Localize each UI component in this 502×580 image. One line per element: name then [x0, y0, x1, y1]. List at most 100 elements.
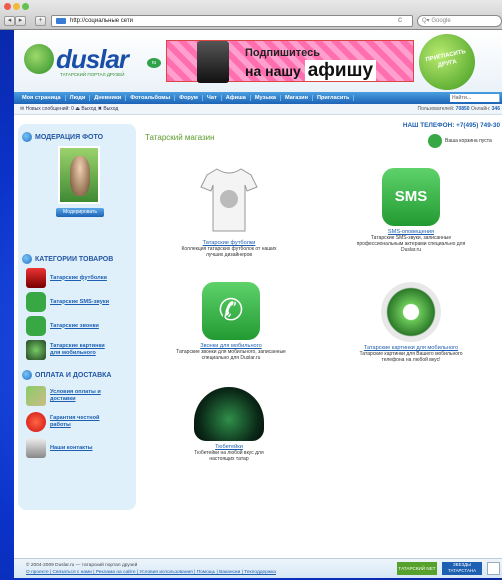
- payment-heading: ОПЛАТА И ДОСТАВКА: [22, 370, 112, 380]
- category-item-tshirts[interactable]: Татарские футболки: [26, 268, 107, 288]
- minimize-window-button[interactable]: [13, 3, 20, 10]
- payment-link[interactable]: Гарантия честной работы: [50, 415, 110, 429]
- search-placeholder: Google: [431, 18, 451, 24]
- site-logo[interactable]: duslar ru ТАТАРСКИЙ ПОРТАЛ ДРУЗЕЙ: [18, 40, 168, 80]
- payment-link[interactable]: Наши контакты: [50, 445, 93, 452]
- categories-title: КАТЕГОРИИ ТОВАРОВ: [35, 255, 114, 263]
- tshirt-icon: [26, 268, 46, 288]
- category-item-pictures[interactable]: Татарские картинки для мобильного: [26, 340, 110, 360]
- product-pictures[interactable]: Татарские картинки для мобильного Татарс…: [349, 282, 473, 363]
- payment-icon: [22, 370, 32, 380]
- phone-app-image: ✆: [202, 282, 260, 340]
- new-messages-link[interactable]: Новых сообщений: 0: [26, 106, 74, 112]
- user-stats: Пользователей: 70850 Онлайн: 346: [417, 104, 500, 115]
- menu-item-my-page[interactable]: Моя страница: [18, 95, 66, 101]
- exit-icon: ⏏: [75, 106, 80, 112]
- close-window-button[interactable]: [4, 3, 11, 10]
- payment-item-terms[interactable]: Условия оплаты и доставки: [26, 386, 110, 406]
- back-button[interactable]: ◂: [4, 16, 15, 26]
- page-content: duslar ru ТАТАРСКИЙ ПОРТАЛ ДРУЗЕЙ Подпиш…: [14, 28, 502, 578]
- favicon-icon: [56, 18, 66, 24]
- cart-icon: [428, 134, 442, 148]
- categories-heading: КАТЕГОРИИ ТОВАРОВ: [22, 254, 113, 264]
- add-bookmark-button[interactable]: +: [35, 16, 46, 26]
- menu-item-forum[interactable]: Форум: [175, 95, 203, 101]
- menu-item-chat[interactable]: Чат: [203, 95, 222, 101]
- sms-icon: [26, 292, 46, 312]
- category-link[interactable]: Татарские звонки: [50, 323, 99, 330]
- exit-link[interactable]: Выход: [81, 106, 96, 112]
- product-description: Коллекция татарских футболок от наших лу…: [181, 246, 277, 258]
- category-item-sms[interactable]: Татарские SMS-звуки: [26, 292, 109, 312]
- tatar-net-badge[interactable]: ТАТАРСКИЙ NET: [397, 562, 437, 575]
- menu-item-invite[interactable]: Пригласить: [313, 95, 355, 101]
- forward-button[interactable]: ▸: [15, 16, 26, 26]
- footer-links[interactable]: О проекте | Связаться с нами | Реклама н…: [26, 570, 276, 575]
- product-description: Татарские картинки для Вашего мобильного…: [359, 351, 463, 363]
- site-search-input[interactable]: Найти...: [450, 94, 500, 102]
- menu-item-people[interactable]: Люди: [66, 95, 91, 101]
- logo-text: duslar: [56, 44, 129, 74]
- menu-item-photo-albums[interactable]: Фотоальбомы: [126, 95, 176, 101]
- product-skullcaps[interactable]: Тюбетейки Тюбетейки на любой вкус для на…: [184, 387, 274, 462]
- product-ringtones[interactable]: ✆ Звонки для мобильного Татарские звонки…: [174, 282, 288, 361]
- category-item-ringtones[interactable]: Татарские звонки: [26, 316, 99, 336]
- page-title: Татарский магазин: [145, 133, 215, 142]
- main-menu: Моя страница Люди Дневники Фотоальбомы Ф…: [14, 92, 502, 104]
- online-label[interactable]: Онлайн:: [471, 106, 490, 112]
- menu-item-afisha[interactable]: Афиша: [222, 95, 251, 101]
- product-sms[interactable]: SMS SMS-оповещения Татарские SMS-звуки, …: [349, 168, 473, 253]
- menu-item-shop[interactable]: Магазин: [281, 95, 313, 101]
- menu-item-diaries[interactable]: Дневники: [90, 95, 127, 101]
- product-tshirts[interactable]: Татарские футболки Коллекция татарских ф…: [174, 165, 284, 258]
- tatarstan-stars-badge[interactable]: ЗВЕЗДЫ ТАТАРСТАНА: [442, 562, 482, 575]
- reload-icon[interactable]: c: [398, 15, 402, 24]
- moderation-photo[interactable]: [58, 146, 100, 204]
- product-description: Татарские SMS-звуки, записанные професси…: [356, 235, 466, 253]
- logout-link[interactable]: Выход: [103, 106, 118, 112]
- subscribe-banner[interactable]: Подпишитесь на нашу афишу: [166, 40, 414, 83]
- online-count: 346: [491, 106, 500, 112]
- invite-friend-button[interactable]: ПРИГЛАСИТЬ ДРУГА: [413, 28, 481, 96]
- category-link[interactable]: Татарские картинки для мобильного: [50, 343, 110, 357]
- categories-icon: [22, 254, 32, 264]
- phone-image: [197, 41, 229, 83]
- moderate-button[interactable]: Модерировать: [56, 208, 104, 217]
- moderation-icon: [22, 132, 32, 142]
- users-label: Пользователей:: [417, 106, 455, 112]
- menu-item-music[interactable]: Музыка: [251, 95, 282, 101]
- zoom-window-button[interactable]: [22, 3, 29, 10]
- shopping-cart[interactable]: Ваша корзина пуста: [428, 134, 492, 148]
- url-text: http://социальные сети: [70, 18, 134, 24]
- category-link[interactable]: Татарские SMS-звуки: [50, 299, 109, 306]
- moderation-title: МОДЕРАЦИЯ ФОТО: [35, 133, 104, 141]
- phone-icon: [26, 316, 46, 336]
- envelope-icon: ✉: [20, 106, 25, 112]
- beads-image: [381, 282, 441, 342]
- map-icon: [26, 386, 46, 406]
- banner-line2b: афишу: [304, 60, 377, 81]
- product-description: Татарские звонки для мобильного, записан…: [176, 349, 286, 361]
- address-bar[interactable]: http://социальные сети: [51, 15, 413, 27]
- browser-toolbar: ◂ ▸ + http://социальные сети c Q▾ Google: [0, 0, 502, 30]
- counter-badge[interactable]: [487, 562, 500, 575]
- site-header: duslar ru ТАТАРСКИЙ ПОРТАЛ ДРУЗЕЙ Подпиш…: [14, 28, 502, 96]
- tshirt-image: [200, 168, 258, 232]
- users-count: 70850: [455, 106, 470, 112]
- category-link[interactable]: Татарские футболки: [50, 275, 107, 282]
- banner-line1: Подпишитесь: [245, 47, 321, 59]
- payment-link[interactable]: Условия оплаты и доставки: [50, 389, 110, 403]
- contact-phone: НАШ ТЕЛЕФОН: +7(495) 749-30: [402, 122, 500, 129]
- cart-status: Ваша корзина пуста: [445, 138, 492, 144]
- moderation-heading: МОДЕРАЦИЯ ФОТО: [22, 132, 103, 142]
- payment-item-guarantee[interactable]: Гарантия честной работы: [26, 412, 110, 432]
- photo-people-image: [70, 156, 90, 196]
- logo-tagline: ТАТАРСКИЙ ПОРТАЛ ДРУЗЕЙ: [60, 72, 125, 77]
- search-field[interactable]: Q▾ Google: [417, 15, 502, 27]
- user-status-bar: ✉ Новых сообщений: 0 ⏏ Выход ✖ Выход Пол…: [14, 104, 502, 115]
- payment-title: ОПЛАТА И ДОСТАВКА: [35, 371, 112, 379]
- sms-app-image: SMS: [382, 168, 440, 226]
- banner-line2: на нашу афишу: [245, 60, 377, 82]
- guarantee-seal-icon: [26, 412, 46, 432]
- payment-item-contacts[interactable]: Наши контакты: [26, 438, 93, 458]
